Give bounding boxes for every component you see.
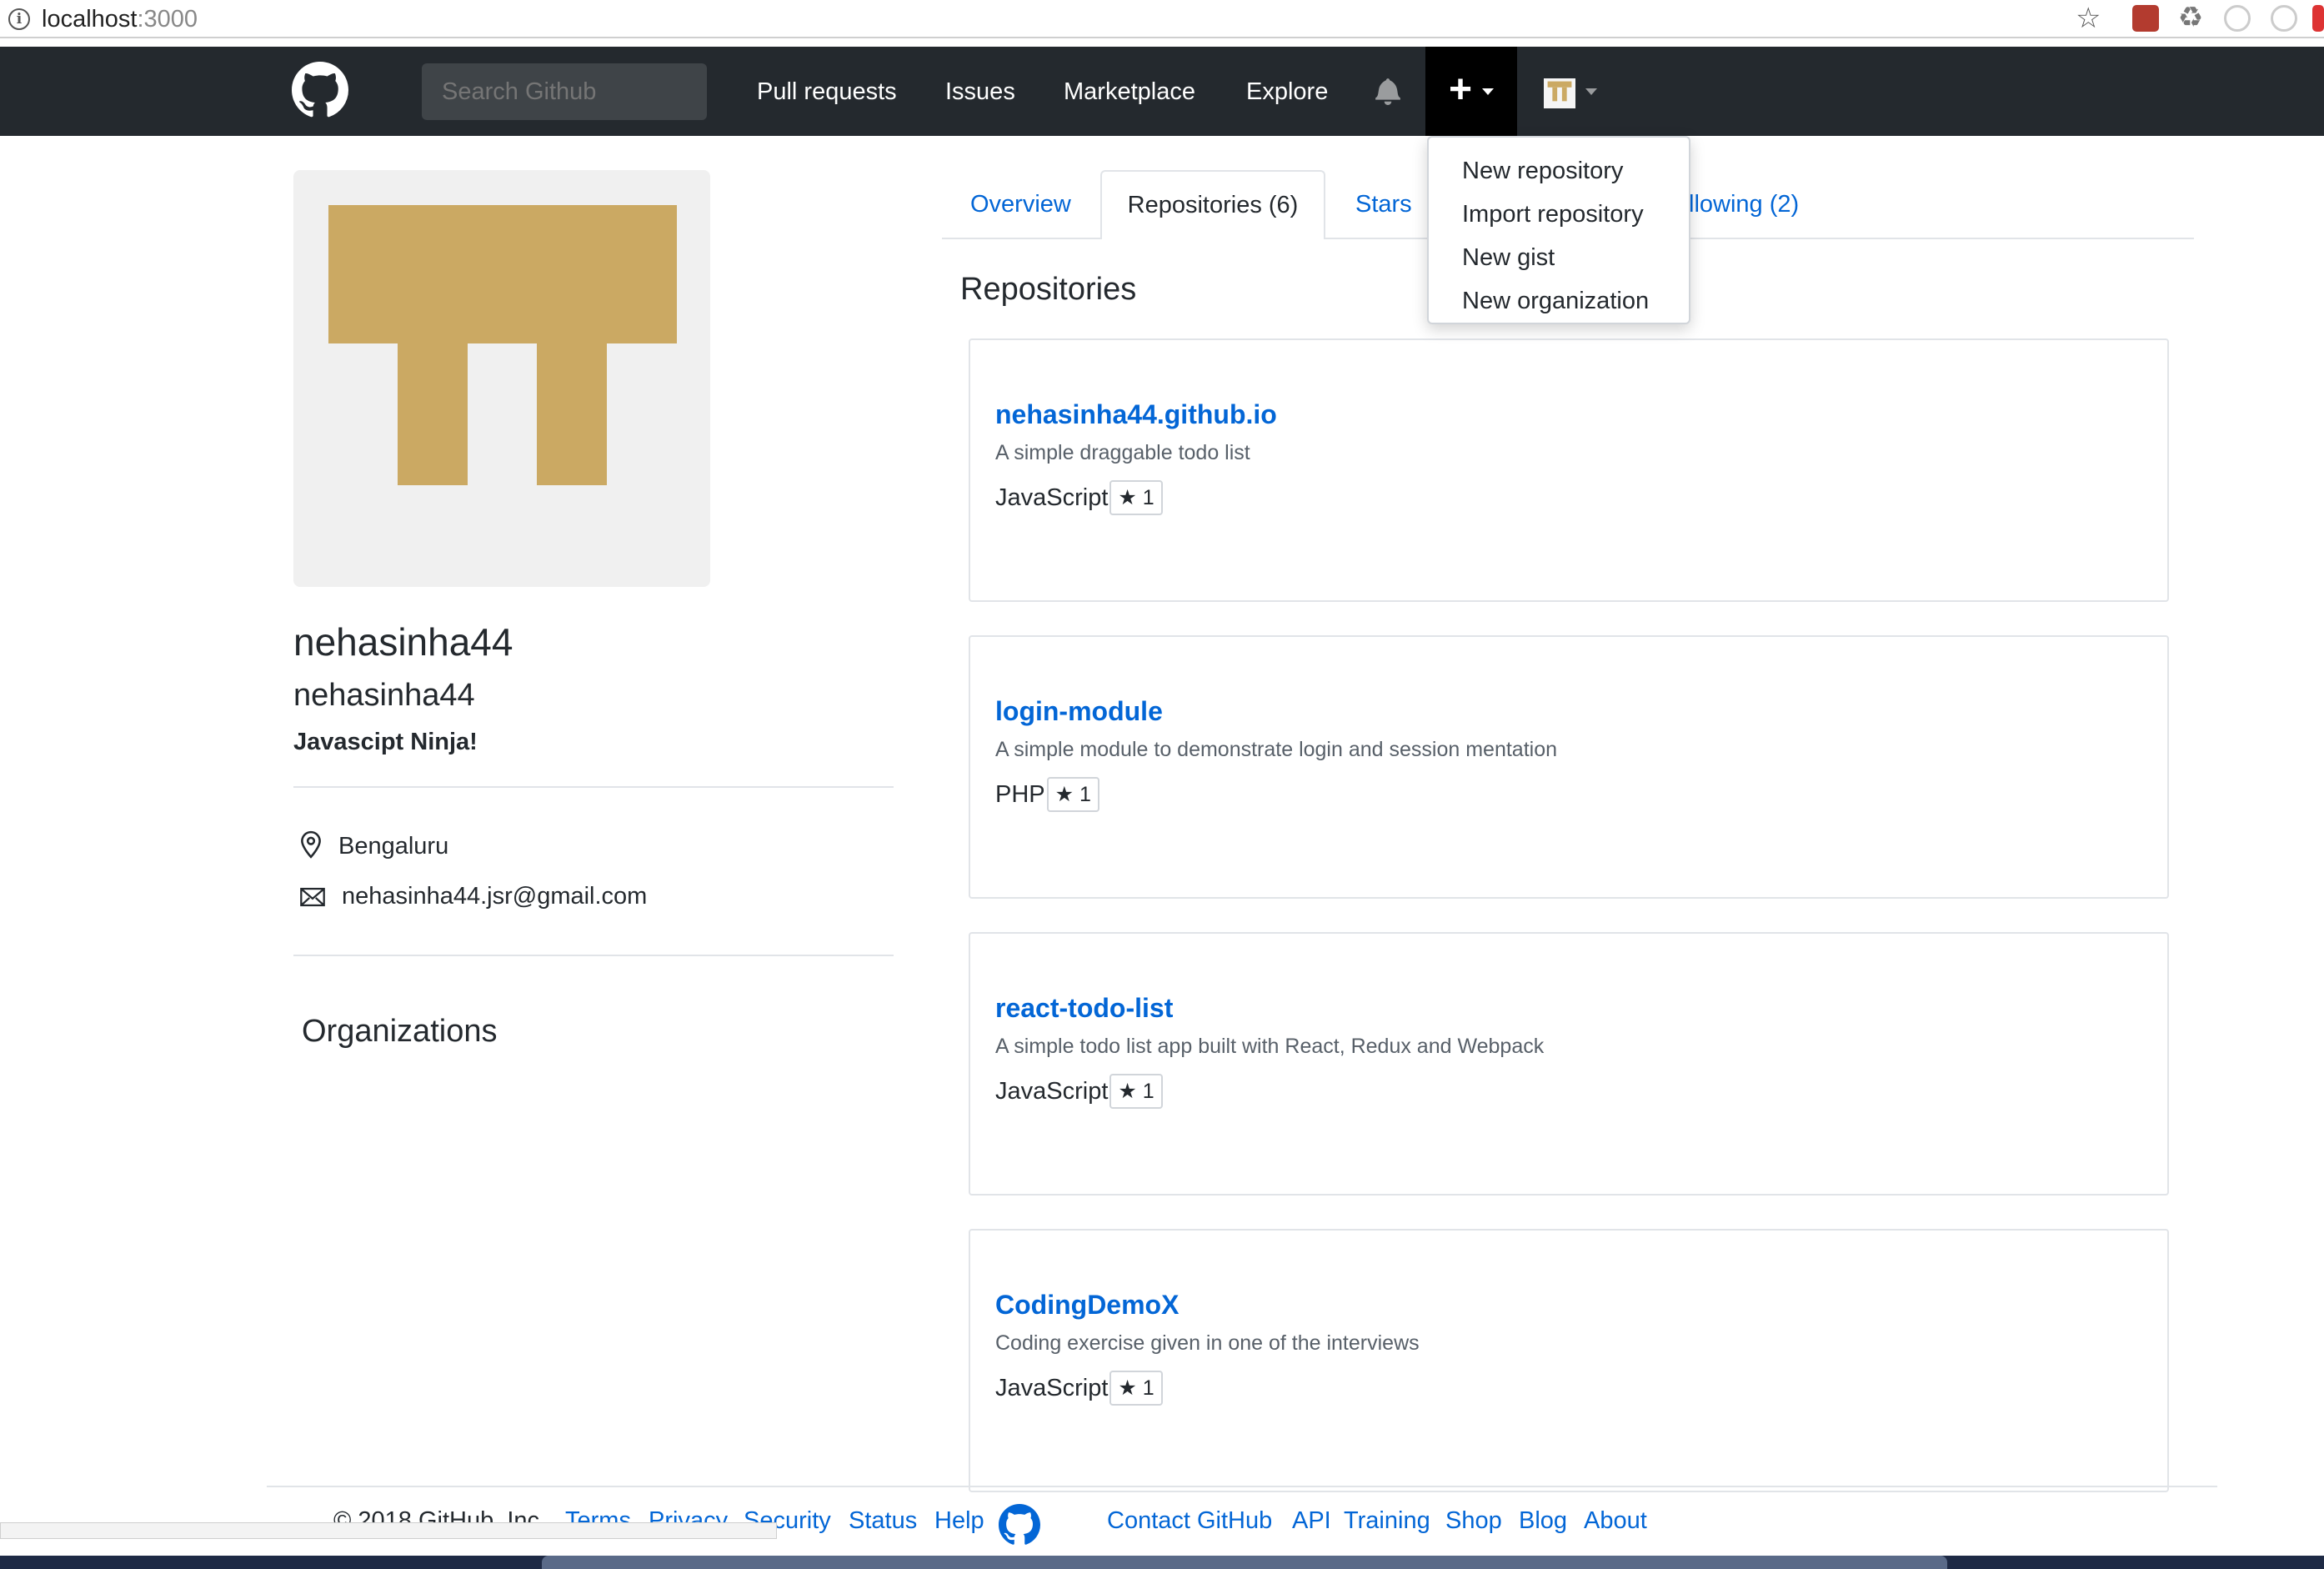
nav-issues[interactable]: Issues — [945, 75, 1015, 108]
repo-card: react-todo-list A simple todo list app b… — [969, 932, 2169, 1196]
location-pin-icon — [301, 830, 321, 859]
url-port: :3000 — [137, 6, 198, 33]
footer-link-blog[interactable]: Blog — [1519, 1504, 1567, 1537]
mail-icon — [300, 887, 325, 907]
info-icon[interactable]: i — [8, 8, 30, 30]
github-logo-icon[interactable] — [999, 1504, 1040, 1546]
profile-login: nehasinha44 — [293, 678, 475, 713]
repo-card: nehasinha44.github.io A simple draggable… — [969, 338, 2169, 602]
extension-icon[interactable] — [2224, 5, 2251, 32]
tab-following[interactable]: llowing (2) — [1689, 185, 1799, 223]
top-navbar: Pull requests Issues Marketplace Explore… — [0, 47, 2324, 136]
footer-link-api[interactable]: API — [1292, 1504, 1331, 1537]
search-input[interactable] — [422, 63, 707, 120]
bookmark-star-icon[interactable]: ☆ — [2076, 2, 2101, 35]
chevron-down-icon — [1482, 88, 1494, 95]
divider — [293, 955, 894, 956]
menu-item-new-organization[interactable]: New organization — [1429, 279, 1689, 323]
repo-card: login-module A simple module to demonstr… — [969, 635, 2169, 899]
divider — [293, 786, 894, 788]
star-count-badge[interactable]: ★ 1 — [1109, 1371, 1163, 1406]
extension-icon[interactable] — [2132, 5, 2159, 32]
extension-icon[interactable] — [2312, 5, 2324, 32]
chevron-down-icon[interactable] — [1585, 88, 1597, 95]
repo-meta: JavaScript ★ 1 — [995, 1074, 1163, 1109]
repo-language: JavaScript — [995, 1375, 1109, 1401]
nav-explore[interactable]: Explore — [1246, 75, 1328, 108]
repo-meta: JavaScript ★ 1 — [995, 480, 1163, 515]
repo-card: CodingDemoX Coding exercise given in one… — [969, 1229, 2169, 1492]
star-count-badge[interactable]: ★ 1 — [1109, 1074, 1163, 1109]
repo-meta: PHP ★ 1 — [995, 777, 1099, 812]
nav-pull-requests[interactable]: Pull requests — [757, 75, 897, 108]
user-avatar-menu[interactable] — [1544, 78, 1575, 108]
menu-item-new-gist[interactable]: New gist — [1429, 236, 1689, 279]
tab-stars[interactable]: Stars — [1355, 185, 1412, 223]
star-count-badge[interactable]: ★ 1 — [1109, 480, 1163, 515]
tab-repositories[interactable]: Repositories (6) — [1100, 170, 1325, 239]
profile-avatar — [293, 170, 710, 587]
repo-meta: JavaScript ★ 1 — [995, 1371, 1163, 1406]
repo-name-link[interactable]: CodingDemoX — [995, 1287, 1179, 1322]
footer-link-help[interactable]: Help — [934, 1504, 984, 1537]
profile-name: nehasinha44 — [293, 620, 513, 664]
plus-icon: + — [1449, 68, 1473, 112]
menu-item-import-repository[interactable]: Import repository — [1429, 193, 1689, 236]
menu-item-new-repository[interactable]: New repository — [1429, 149, 1689, 193]
horizontal-scrollbar[interactable] — [0, 1522, 777, 1539]
footer-link-contact[interactable]: Contact GitHub — [1107, 1504, 1272, 1537]
footer-divider — [267, 1486, 2217, 1487]
github-logo-icon[interactable] — [292, 62, 348, 118]
footer-link-status[interactable]: Status — [849, 1504, 917, 1537]
footer-link-training[interactable]: Training — [1344, 1504, 1430, 1537]
avatar — [328, 205, 677, 485]
profile-location: Bengaluru — [338, 833, 449, 860]
create-new-button[interactable]: + — [1425, 47, 1517, 136]
browser-address-bar: i localhost:3000 ☆ ♻ — [0, 0, 2324, 38]
create-new-dropdown: New repository Import repository New gis… — [1427, 136, 1690, 324]
bell-icon[interactable] — [1375, 77, 1400, 105]
repo-description: Coding exercise given in one of the inte… — [995, 1331, 1420, 1355]
footer-link-about[interactable]: About — [1584, 1504, 1647, 1537]
star-count-badge[interactable]: ★ 1 — [1046, 777, 1099, 812]
nav-marketplace[interactable]: Marketplace — [1064, 75, 1195, 108]
avatar — [1547, 81, 1572, 102]
repo-language: JavaScript — [995, 484, 1109, 511]
os-dock-shelf[interactable] — [542, 1556, 1947, 1569]
profile-bio: Javascipt Ninja! — [293, 729, 478, 755]
repo-description: A simple module to demonstrate login and… — [995, 738, 1557, 761]
repo-name-link[interactable]: nehasinha44.github.io — [995, 397, 1277, 432]
repo-language: PHP — [995, 781, 1045, 808]
footer-link-shop[interactable]: Shop — [1445, 1504, 1502, 1537]
tab-overview[interactable]: Overview — [970, 185, 1071, 223]
recycle-extension-icon[interactable]: ♻ — [2177, 3, 2204, 32]
profile-email[interactable]: nehasinha44.jsr@gmail.com — [342, 880, 647, 912]
repo-language: JavaScript — [995, 1078, 1109, 1105]
organizations-heading: Organizations — [302, 1014, 498, 1049]
repo-name-link[interactable]: login-module — [995, 694, 1163, 729]
repo-description: A simple todo list app built with React,… — [995, 1035, 1545, 1058]
repositories-heading: Repositories — [960, 272, 1137, 307]
repo-name-link[interactable]: react-todo-list — [995, 990, 1173, 1025]
url-host: localhost — [42, 6, 138, 33]
extension-icon[interactable] — [2271, 5, 2297, 32]
url-field[interactable]: localhost:3000 — [42, 3, 198, 35]
repo-description: A simple draggable todo list — [995, 441, 1250, 464]
